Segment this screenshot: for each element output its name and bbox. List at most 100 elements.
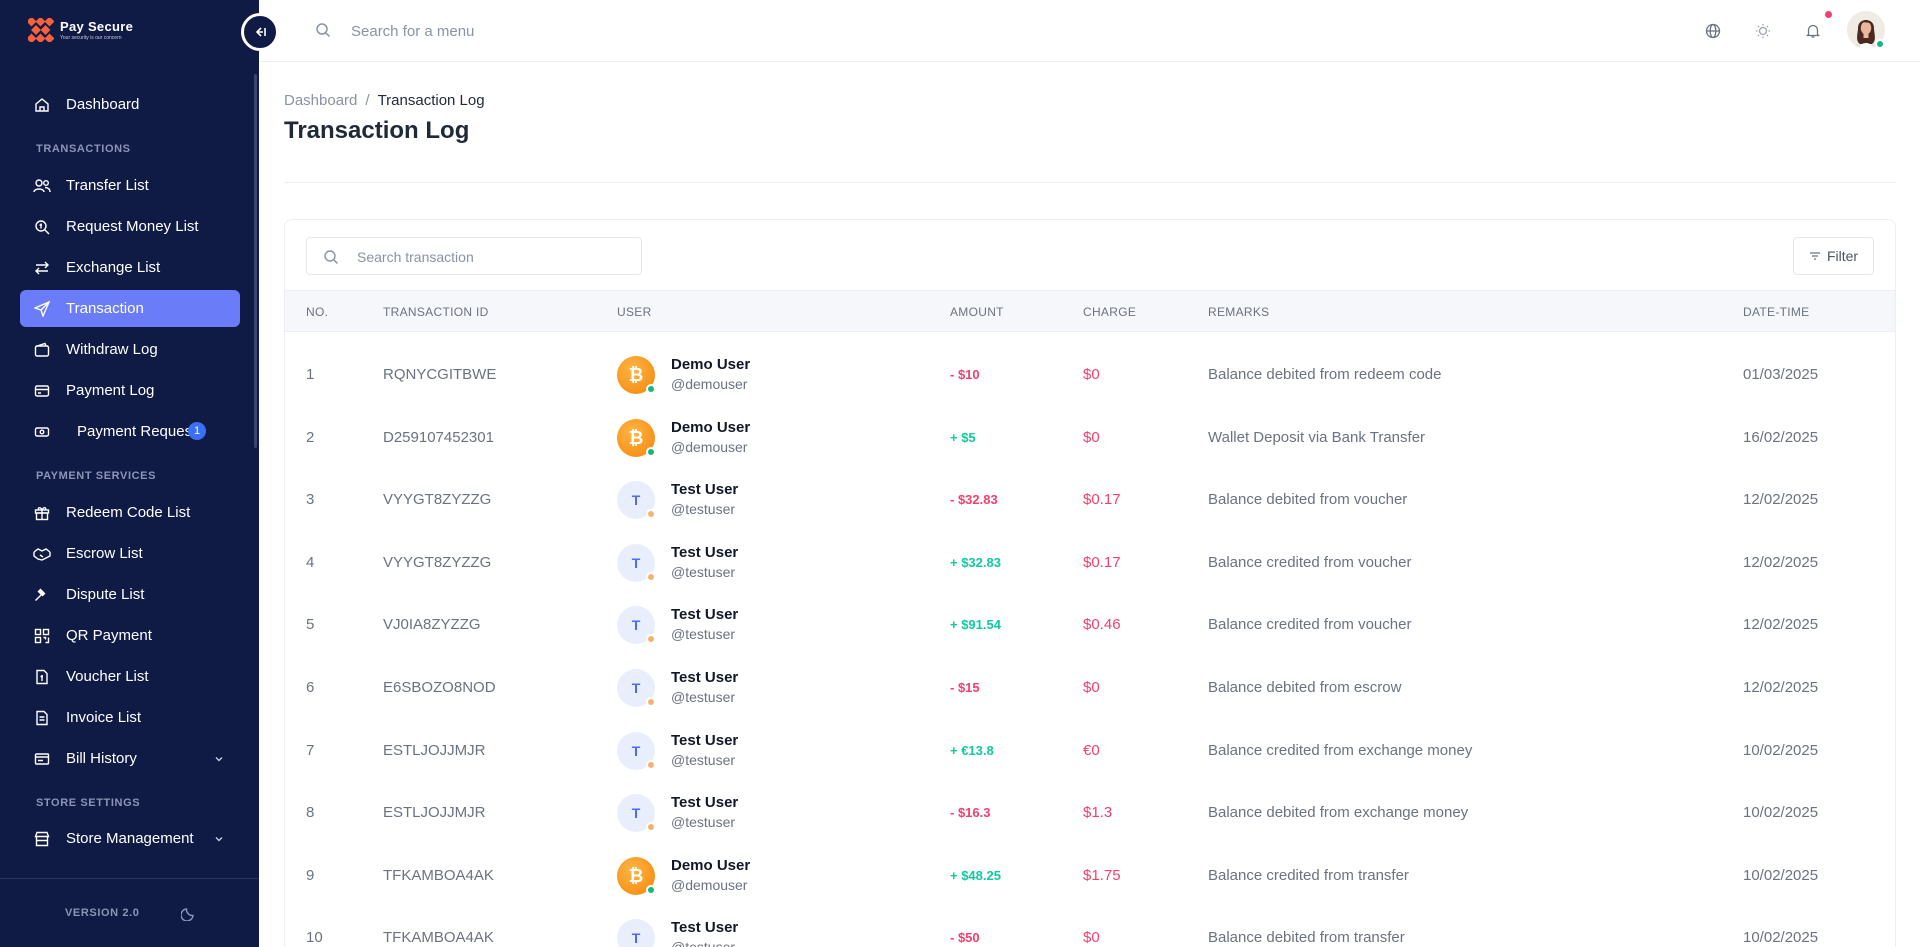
user-status-dot	[646, 697, 656, 707]
chevron-down-icon	[214, 831, 224, 848]
logo-icon	[28, 18, 54, 42]
column-header-charge[interactable]: CHARGE	[1083, 305, 1136, 319]
avatar-initial: T	[631, 492, 641, 509]
transaction-date: 16/02/2025	[1743, 428, 1819, 446]
user-initial-avatar: T	[617, 794, 656, 833]
column-header-amount[interactable]: AMOUNT	[950, 305, 1004, 319]
transaction-date: 10/02/2025	[1743, 741, 1819, 759]
user-initial-avatar: T	[617, 481, 656, 520]
transaction-remarks: Wallet Deposit via Bank Transfer	[1208, 428, 1426, 446]
transaction-id: RQNYCGITBWE	[383, 366, 497, 383]
bill-icon	[33, 750, 51, 768]
sidebar-item-qr-payment[interactable]: QR Payment	[20, 617, 240, 654]
sidebar-item-label: Dashboard	[66, 96, 140, 113]
sidebar-item-label: Invoice List	[66, 709, 142, 726]
filter-label: Filter	[1826, 248, 1859, 264]
sidebar-item-label: Withdraw Log	[66, 341, 158, 358]
moon-icon[interactable]	[180, 905, 197, 926]
table-row[interactable]: 10 TFKAMBOA4AK T Test User @testuser - $50 $0 B…	[285, 907, 1895, 947]
bitcoin-avatar-icon: ₿	[617, 356, 656, 394]
sidebar-item-exchange-list[interactable]: Exchange List	[20, 249, 240, 286]
transaction-amount: + $5	[950, 429, 976, 445]
row-number: 10	[306, 929, 323, 947]
sidebar-item-label: Bill History	[66, 750, 137, 767]
table-header: NO. TRANSACTION ID USER AMOUNT CHARGE RE…	[285, 290, 1895, 332]
user-handle: @demouser	[671, 376, 748, 392]
sidebar-item-escrow-list[interactable]: Escrow List	[20, 535, 240, 572]
sidebar-item-bill-history[interactable]: Bill History	[20, 740, 240, 777]
column-header-user[interactable]: USER	[617, 305, 652, 319]
filter-button[interactable]: Filter	[1793, 237, 1874, 275]
user-handle: @demouser	[671, 876, 748, 893]
sun-icon[interactable]	[1753, 21, 1773, 41]
column-header-remarks[interactable]: REMARKS	[1208, 305, 1269, 319]
user-initial-avatar: T	[617, 731, 656, 770]
breadcrumb-home[interactable]: Dashboard	[284, 92, 357, 109]
breadcrumb-separator: /	[365, 92, 370, 109]
transaction-amount: - $10	[950, 367, 980, 382]
sidebar-item-transfer-list[interactable]: Transfer List	[20, 167, 240, 204]
table-row[interactable]: 9 TFKAMBOA4AK ₿ Demo User @demouser + $48.25 $…	[285, 845, 1895, 907]
brand-logo[interactable]: Pay Secure Your security is our concern	[28, 18, 133, 42]
sidebar-item-redeem-code-list[interactable]: Redeem Code List	[20, 494, 240, 531]
sidebar-item-label: Transaction	[66, 300, 144, 317]
avatar-initial: T	[631, 617, 641, 634]
table-row[interactable]: 8 ESTLJOJJMJR T Test User @testuser - $16.3 $1…	[285, 782, 1895, 844]
user-name: Test User	[671, 481, 739, 499]
column-header-transaction-id[interactable]: TRANSACTION ID	[383, 305, 489, 319]
breadcrumb: Dashboard / Transaction Log	[284, 92, 485, 109]
transaction-id: D259107452301	[383, 428, 494, 446]
transaction-date: 01/03/2025	[1743, 366, 1819, 383]
sidebar-item-dashboard[interactable]: Dashboard	[20, 86, 240, 123]
column-header-datetime[interactable]: DATE-TIME	[1743, 305, 1809, 319]
globe-icon[interactable]	[1703, 21, 1723, 41]
transaction-date: 10/02/2025	[1743, 804, 1819, 822]
sidebar-item-transaction[interactable]: Transaction	[20, 290, 240, 327]
row-number: 8	[306, 804, 315, 822]
table-row[interactable]: 5 VJ0IA8ZYZZG T Test User @testuser + $91.54 $…	[285, 594, 1895, 656]
transaction-amount: - $50	[950, 930, 980, 946]
transaction-charge: $1.3	[1083, 804, 1113, 822]
sidebar-item-store-management[interactable]: Store Management	[20, 820, 240, 857]
user-handle: @testuser	[671, 626, 736, 643]
voucher-icon	[33, 668, 51, 686]
sidebar-item-label: Dispute List	[66, 586, 145, 603]
table-row[interactable]: 2 D259107452301 ₿ Demo User @demouser + $5 $0 W…	[285, 407, 1895, 469]
sidebar-item-label: Request Money List	[66, 218, 199, 235]
sidebar-item-request-money-list[interactable]: Request Money List	[20, 208, 240, 245]
sidebar-item-voucher-list[interactable]: Voucher List	[20, 658, 240, 695]
sidebar-item-payment-request[interactable]: Payment Request	[20, 413, 240, 450]
handshake-icon	[33, 545, 51, 563]
sidebar-item-dispute-list[interactable]: Dispute List	[20, 576, 240, 613]
user-initial-avatar: T	[617, 543, 656, 582]
sidebar-item-withdraw-log[interactable]: Withdraw Log	[20, 331, 240, 368]
user-name: Test User	[671, 794, 739, 812]
sidebar-item-invoice-list[interactable]: Invoice List	[20, 699, 240, 736]
send-icon	[33, 300, 51, 318]
table-row[interactable]: 7 ESTLJOJJMJR T Test User @testuser + €13.8 €0…	[285, 720, 1895, 782]
transaction-search-input[interactable]	[357, 246, 627, 268]
sidebar-collapse-button[interactable]	[241, 13, 279, 51]
user-status-dot	[646, 759, 656, 770]
sidebar-item-payment-log[interactable]: Payment Log	[20, 372, 240, 409]
user-name: Test User	[671, 731, 739, 749]
avatar-initial: T	[631, 680, 641, 696]
table-row[interactable]: 6 E6SBOZO8NOD T Test User @testuser - $15 $0 Ba…	[285, 657, 1895, 719]
table-row[interactable]: 4 VYYGT8ZYZZG T Test User @testuser + $32.83 $…	[285, 532, 1895, 594]
row-number: 1	[306, 366, 315, 383]
column-header-no[interactable]: NO.	[306, 305, 328, 319]
avatar-initial: T	[631, 742, 641, 759]
transaction-amount: + $32.83	[950, 554, 1001, 570]
user-status-dot	[646, 634, 656, 645]
table-row[interactable]: 1 RQNYCGITBWE ₿ Demo User @demouser - $10 $0 Ba…	[285, 344, 1895, 406]
bell-icon[interactable]	[1803, 21, 1823, 41]
cash-icon	[33, 423, 51, 441]
sidebar-scrollbar[interactable]	[254, 74, 257, 448]
table-row[interactable]: 3 VYYGT8ZYZZG T Test User @testuser - $32.83 $…	[285, 469, 1895, 531]
invoice-icon	[33, 709, 51, 727]
user-name: Test User	[671, 606, 739, 624]
transaction-remarks: Balance debited from voucher	[1208, 491, 1408, 509]
brand-name: Pay Secure	[60, 19, 134, 34]
transaction-remarks: Balance debited from transfer	[1208, 929, 1405, 947]
menu-search-input[interactable]	[351, 18, 751, 44]
